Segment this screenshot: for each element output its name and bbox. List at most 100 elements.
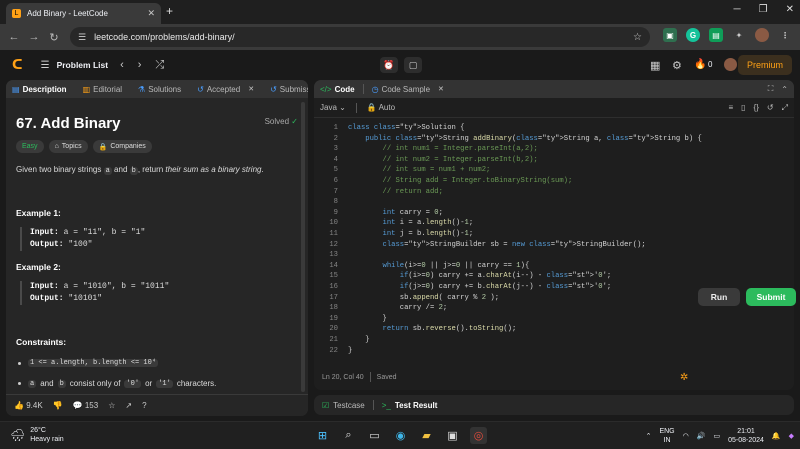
line-number: 4 [333, 155, 338, 164]
site-info-icon[interactable]: ☰ [78, 32, 86, 43]
reload-icon[interactable]: ↻ [44, 31, 64, 44]
maximize-icon[interactable]: ⛶ [768, 84, 774, 94]
collapse-icon[interactable]: ⌃ [781, 85, 788, 94]
problem-list-link[interactable]: Problem List [57, 60, 108, 70]
difficulty-chip[interactable]: Easy [16, 140, 44, 153]
copilot-icon[interactable]: ◆ [789, 432, 794, 441]
line-number: 17 [329, 293, 338, 302]
code-brackets-icon: </> [320, 84, 332, 94]
language-indicator[interactable]: ENG IN [659, 427, 674, 445]
windows-start-icon[interactable]: ⊞ [314, 427, 331, 444]
shuffle-icon[interactable]: ⤮ [155, 59, 164, 72]
chrome-icon[interactable]: ◎ [470, 427, 487, 444]
format-icon[interactable]: ≡ [728, 103, 733, 113]
layout-icon[interactable]: ▦ [650, 59, 660, 72]
close-accepted-tab-icon[interactable]: ✕ [248, 85, 254, 93]
restore-icon[interactable]: ❐ [759, 4, 768, 15]
submission-icon: ↺ [270, 84, 277, 94]
extension-icon[interactable]: ▤ [709, 28, 723, 42]
browser-tab[interactable]: L Add Binary - LeetCode ✕ [6, 3, 161, 24]
run-button[interactable]: Run [698, 288, 740, 306]
chevron-up-icon[interactable]: ⌃ [646, 432, 652, 441]
close-code-sample-tab-icon[interactable]: ✕ [438, 85, 444, 93]
companies-chip[interactable]: 🔒 Companies [92, 140, 152, 153]
minimize-icon[interactable]: ─ [734, 4, 741, 15]
back-icon[interactable]: ← [4, 31, 24, 43]
user-avatar[interactable] [724, 58, 737, 71]
store-icon[interactable]: ▣ [444, 427, 461, 444]
code-line: class class="ty">Solution { [348, 124, 465, 132]
description-icon: ▤ [12, 84, 20, 94]
line-number: 12 [329, 240, 338, 249]
notes-icon[interactable]: ▢ [404, 57, 422, 73]
code-editor[interactable]: 1 class class="ty">Solution {2 public cla… [314, 120, 794, 356]
thumbs-up-icon: 👍 [14, 401, 24, 410]
share-icon[interactable]: ↗ [125, 401, 132, 410]
tab-submission[interactable]: Submission [280, 85, 308, 94]
like-button[interactable]: 👍 9.4K [14, 401, 43, 410]
expand-icon[interactable]: ⤢ [782, 103, 788, 113]
next-problem-icon[interactable]: › [138, 59, 142, 71]
notification-bell-icon[interactable]: 🔔 [772, 432, 781, 441]
code-sample-icon: ◷ [371, 84, 379, 94]
braces-icon[interactable]: {} [754, 103, 759, 113]
tab-solutions[interactable]: Solutions [148, 85, 181, 94]
solved-status: Solved ✓ [264, 117, 298, 126]
window-close-icon[interactable]: ✕ [786, 4, 794, 15]
tab-accepted[interactable]: Accepted [207, 85, 240, 94]
line-number: 8 [333, 198, 338, 207]
code-line: if(j>=0) carry += b.charAt(j--) - class=… [399, 283, 612, 291]
leetcode-logo-icon[interactable]: ᑕ [12, 57, 23, 73]
profile-avatar[interactable] [755, 28, 769, 42]
tab-code-sample[interactable]: Code Sample [382, 85, 430, 94]
clock[interactable]: 21:01 05-08-2024 [728, 427, 764, 445]
extensions-puzzle-icon[interactable]: ✦ [732, 28, 746, 42]
tab-editorial[interactable]: Editorial [93, 85, 122, 94]
weather-widget[interactable]: 🌧 26°C Heavy rain [10, 426, 64, 444]
settings-gear-icon[interactable]: ⚙ [672, 59, 682, 72]
dislike-button[interactable]: 👎 [53, 401, 63, 410]
premium-button[interactable]: Premium [737, 55, 792, 75]
reset-icon[interactable]: ↺ [767, 103, 774, 113]
tab-description[interactable]: Description [23, 85, 67, 94]
code-line: } [348, 336, 370, 344]
prev-problem-icon[interactable]: ‹ [120, 59, 124, 71]
extension-icon[interactable]: ▣ [663, 28, 677, 42]
tab-code[interactable]: Code [335, 85, 355, 94]
battery-icon[interactable]: ▭ [713, 432, 720, 441]
volume-icon[interactable]: 🔊 [697, 432, 706, 441]
line-number: 19 [329, 314, 338, 323]
grammarly-icon[interactable]: G [686, 28, 700, 42]
url-bar[interactable]: ☰ leetcode.com/problems/add-binary/ ☆ [70, 27, 650, 47]
tab-test-result[interactable]: Test Result [395, 401, 438, 410]
code-line: // int num2 = Integer.parseInt(b,2); [382, 155, 538, 164]
code-line: carry /= 2; [348, 304, 448, 313]
tab-testcase[interactable]: Testcase [333, 401, 365, 410]
description-scrollbar[interactable] [301, 102, 305, 392]
timer-icon[interactable]: ⏰ [380, 57, 398, 73]
streak-fire-icon[interactable]: 🔥 [694, 59, 706, 70]
submit-button[interactable]: Submit [746, 288, 796, 306]
check-circle-icon: ✓ [291, 117, 298, 126]
auto-mode[interactable]: 🔒 Auto [367, 103, 395, 112]
debug-bug-icon[interactable]: ✲ [680, 372, 688, 383]
edge-icon[interactable]: ◉ [392, 427, 409, 444]
line-number: 16 [329, 283, 338, 291]
help-icon[interactable]: ? [142, 401, 146, 410]
bookmark-icon[interactable]: ▯ [741, 103, 745, 113]
menu-kebab-icon[interactable]: ⋮ [778, 28, 792, 42]
forward-icon[interactable]: → [24, 31, 44, 43]
topics-chip[interactable]: ⌂ Topics [48, 140, 88, 153]
close-tab-icon[interactable]: ✕ [147, 8, 155, 19]
comments-button[interactable]: 💬 153 [73, 401, 99, 410]
line-number: 6 [333, 177, 338, 185]
search-icon[interactable]: ⌕ [340, 427, 357, 444]
favorite-star-icon[interactable]: ☆ [108, 401, 115, 410]
bookmark-star-icon[interactable]: ☆ [633, 32, 642, 43]
example-1-heading: Example 1: [16, 208, 61, 218]
task-view-icon[interactable]: ▭ [366, 427, 383, 444]
new-tab-button[interactable]: + [166, 4, 173, 18]
file-explorer-icon[interactable]: ▰ [418, 427, 435, 444]
language-select[interactable]: Java ⌄ [320, 103, 346, 112]
wifi-icon[interactable]: ◠ [683, 432, 689, 441]
